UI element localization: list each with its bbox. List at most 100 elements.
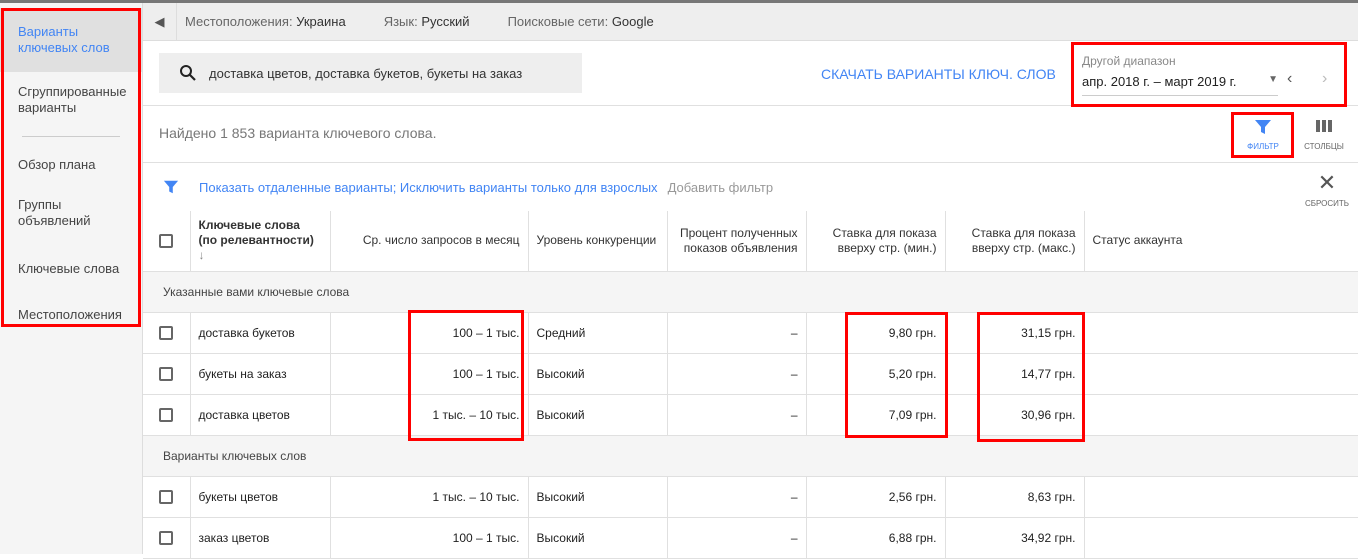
group-row: Указанные вами ключевые слова (143, 271, 1358, 313)
row-select-cell (143, 353, 191, 395)
add-filter-button[interactable]: Добавить фильтр (668, 180, 774, 195)
sidebar: Варианты ключевых слов Сгруппированные в… (0, 3, 143, 554)
filter-icon (1255, 120, 1271, 134)
impression-share-cell: – (667, 353, 807, 395)
competition-cell: Средний (528, 312, 668, 354)
prev-range-button[interactable]: ‹ (1287, 70, 1292, 88)
account-status-cell (1084, 394, 1358, 436)
bid-high-cell: 30,96 грн. (945, 394, 1085, 436)
avg-searches-cell: 100 – 1 тыс. (330, 312, 529, 354)
reset-label: СБРОСИТЬ (1304, 199, 1350, 208)
locations-value: Украина (296, 14, 346, 29)
sidebar-item-locations[interactable]: Местоположения (0, 297, 142, 333)
close-icon: ✕ (1317, 170, 1337, 195)
sidebar-item-ad-groups[interactable]: Группы объявлений (0, 185, 142, 241)
sidebar-item-keywords[interactable]: Ключевые слова (0, 241, 142, 297)
search-value: доставка цветов, доставка букетов, букет… (209, 65, 523, 81)
row-select-cell (143, 476, 191, 518)
active-filters-link[interactable]: Показать отдаленные варианты; Исключить … (199, 180, 658, 195)
locations-label: Местоположения: (185, 14, 293, 29)
targeting-bar: ◀ Местоположения: Украина Язык: Русский … (143, 2, 1358, 41)
filter-icon (163, 180, 179, 194)
networks-setting[interactable]: Поисковые сети: Google (508, 14, 654, 29)
table-row[interactable]: заказ цветов 100 – 1 тыс. Высокий – 6,88… (143, 517, 1358, 559)
column-account-status[interactable]: Статус аккаунта (1084, 211, 1358, 272)
columns-icon (1316, 120, 1332, 132)
column-competition[interactable]: Уровень конкуренции (528, 211, 668, 272)
filter-bar: Показать отдаленные варианты; Исключить … (163, 179, 773, 195)
locations-setting[interactable]: Местоположения: Украина (185, 14, 346, 29)
filter-label: ФИЛЬТР (1247, 142, 1279, 151)
language-setting[interactable]: Язык: Русский (384, 14, 470, 29)
sidebar-item-grouped-ideas[interactable]: Сгруппированные варианты (0, 72, 142, 128)
column-keyword[interactable]: Ключевые слова (по релевантности) ↓ (190, 211, 331, 272)
competition-cell: Высокий (528, 517, 668, 559)
column-bid-high[interactable]: Ставка для показа вверху стр. (макс.) (945, 211, 1085, 272)
select-all-cell (143, 211, 191, 272)
impression-share-cell: – (667, 312, 807, 354)
row-checkbox[interactable] (159, 366, 174, 381)
language-value: Русский (421, 14, 470, 29)
group-title: Указанные вами ключевые слова (143, 271, 1358, 313)
download-keyword-ideas-button[interactable]: СКАЧАТЬ ВАРИАНТЫ КЛЮЧ. СЛОВ (821, 66, 1056, 82)
date-range-label: Другой диапазон (1082, 54, 1176, 68)
date-range-value: апр. 2018 г. – март 2019 г. (1082, 74, 1237, 89)
keyword-search-input[interactable]: доставка цветов, доставка букетов, букет… (159, 53, 582, 93)
date-range-selector[interactable]: Другой диапазон апр. 2018 г. – март 2019… (1082, 54, 1278, 96)
group-title: Варианты ключевых слов (143, 435, 1358, 477)
divider (143, 162, 1358, 163)
search-icon (180, 65, 196, 81)
keyword-ideas-table: Ключевые слова (по релевантности) ↓ Ср. … (143, 211, 1358, 559)
table-row[interactable]: букеты цветов 1 тыс. – 10 тыс. Высокий –… (143, 476, 1358, 518)
avg-searches-cell: 100 – 1 тыс. (330, 517, 529, 559)
bid-high-cell: 8,63 грн. (945, 476, 1085, 518)
sidebar-item-keyword-ideas[interactable]: Варианты ключевых слов (0, 8, 142, 72)
row-checkbox[interactable] (159, 530, 174, 545)
row-checkbox[interactable] (159, 407, 174, 422)
bid-high-cell: 34,92 грн. (945, 517, 1085, 559)
impression-share-cell: – (667, 517, 807, 559)
impression-share-cell: – (667, 476, 807, 518)
chevron-right-icon: › (1322, 70, 1328, 87)
networks-value: Google (611, 14, 654, 29)
table-row[interactable]: доставка букетов 100 – 1 тыс. Средний – … (143, 312, 1358, 354)
impression-share-cell: – (667, 394, 807, 436)
column-avg-searches[interactable]: Ср. число запросов в месяц (330, 211, 529, 272)
row-checkbox[interactable] (159, 325, 174, 340)
next-range-button[interactable]: › (1322, 70, 1327, 88)
column-bid-low[interactable]: Ставка для показа вверху стр. (мин.) (806, 211, 946, 272)
bid-high-cell: 14,77 грн. (945, 353, 1085, 395)
collapse-sidebar-button[interactable]: ◀ (143, 2, 177, 41)
avg-searches-cell: 100 – 1 тыс. (330, 353, 529, 395)
select-all-checkbox[interactable] (159, 234, 174, 249)
sort-arrow-down-icon: ↓ (198, 248, 205, 263)
group-row: Варианты ключевых слов (143, 435, 1358, 477)
networks-label: Поисковые сети: (507, 14, 609, 29)
row-select-cell (143, 312, 191, 354)
column-impression-share[interactable]: Процент полученных показов объявления (667, 211, 807, 272)
columns-button[interactable]: СТОЛБЦЫ (1300, 118, 1348, 151)
filter-button[interactable]: ФИЛЬТР (1240, 118, 1286, 151)
table-row[interactable]: букеты на заказ 100 – 1 тыс. Высокий – 5… (143, 353, 1358, 395)
row-checkbox[interactable] (159, 489, 174, 504)
sidebar-item-plan-overview[interactable]: Обзор плана (0, 145, 142, 185)
bid-low-cell: 2,56 грн. (806, 476, 946, 518)
bid-low-cell: 6,88 грн. (806, 517, 946, 559)
bid-low-cell: 9,80 грн. (806, 312, 946, 354)
dropdown-arrow-icon: ▼ (1268, 74, 1278, 85)
divider (143, 105, 1358, 106)
table-row[interactable]: доставка цветов 1 тыс. – 10 тыс. Высокий… (143, 394, 1358, 436)
bid-high-cell: 31,15 грн. (945, 312, 1085, 354)
row-select-cell (143, 394, 191, 436)
reset-filters-button[interactable]: ✕ СБРОСИТЬ (1300, 170, 1354, 209)
column-keyword-label: Ключевые слова (по релевантности) (198, 218, 314, 248)
competition-cell: Высокий (528, 394, 668, 436)
account-status-cell (1084, 517, 1358, 559)
competition-cell: Высокий (528, 353, 668, 395)
caret-left-icon: ◀ (154, 13, 165, 29)
account-status-cell (1084, 353, 1358, 395)
account-status-cell (1084, 312, 1358, 354)
language-label: Язык: (383, 14, 418, 29)
keyword-cell: доставка цветов (190, 394, 331, 436)
sidebar-divider (22, 136, 120, 137)
